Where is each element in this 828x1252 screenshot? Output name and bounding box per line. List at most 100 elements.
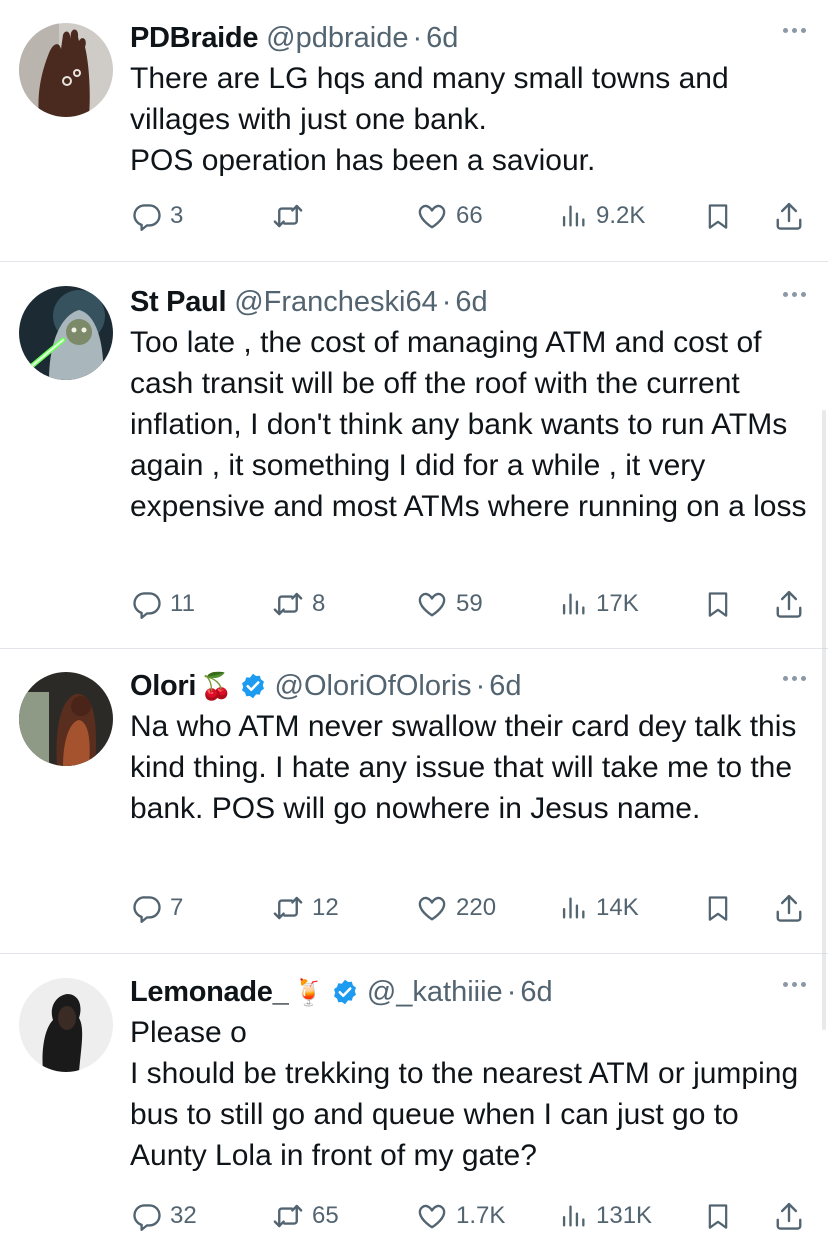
views-icon [560, 202, 588, 230]
display-name[interactable]: St Paul [130, 286, 227, 319]
repost-count: 8 [312, 590, 326, 617]
tweet-header: Olori 🍒 @OloriOfOloris · 6d [130, 666, 522, 706]
action-bar: 3 66 9.2K [130, 196, 810, 236]
tweet-text-line: Too late , the cost of managing ATM and … [130, 326, 807, 523]
repost-count: 12 [312, 894, 339, 921]
share-icon [774, 589, 804, 619]
repost-icon [272, 893, 304, 923]
repost-button[interactable]: 65 [272, 1196, 339, 1236]
share-button[interactable] [774, 196, 804, 236]
share-icon [774, 1201, 804, 1231]
views-icon [560, 1202, 588, 1230]
tweet-divider [0, 953, 828, 954]
tweet-text: There are LG hqs and many small towns an… [130, 58, 820, 181]
reply-icon [132, 201, 162, 231]
share-button[interactable] [774, 888, 804, 928]
more-icon[interactable] [783, 28, 806, 33]
tweet-text: Too late , the cost of managing ATM and … [130, 322, 820, 527]
avatar-lemonade[interactable] [19, 978, 113, 1072]
like-count: 66 [456, 202, 483, 229]
handle[interactable]: @pdbraide [266, 22, 408, 55]
like-icon [416, 589, 448, 619]
like-button[interactable]: 220 [416, 888, 496, 928]
action-bar: 32 65 1.7K 131K [130, 1196, 810, 1236]
reply-button[interactable]: 3 [132, 196, 183, 236]
action-bar: 11 8 59 17K [130, 584, 810, 624]
like-button[interactable]: 66 [416, 196, 483, 236]
repost-button[interactable] [272, 196, 312, 236]
views-count: 14K [596, 894, 639, 921]
views-button[interactable]: 17K [560, 584, 639, 624]
share-icon [774, 893, 804, 923]
handle[interactable]: @OloriOfOloris [275, 670, 472, 703]
reply-count: 7 [170, 894, 184, 921]
tweet-st-paul[interactable]: St Paul @Francheski64 · 6d Too late , th… [0, 282, 828, 646]
separator-dot: · [475, 669, 486, 702]
display-name[interactable]: Olori [130, 670, 196, 703]
like-count: 1.7K [456, 1202, 506, 1229]
tweet-text-line: There are LG hqs and many small towns an… [130, 62, 729, 136]
views-button[interactable]: 9.2K [560, 196, 645, 236]
reply-button[interactable]: 32 [132, 1196, 197, 1236]
bookmark-icon [704, 201, 732, 231]
tweet-text-line: POS operation has been a saviour. [130, 144, 596, 177]
verified-badge-icon[interactable] [331, 978, 359, 1006]
share-button[interactable] [774, 584, 804, 624]
like-icon [416, 201, 448, 231]
tweet-text-line: I should be trekking to the nearest ATM … [130, 1057, 799, 1172]
repost-button[interactable]: 8 [272, 584, 325, 624]
repost-icon [272, 1201, 304, 1231]
separator-dot: · [506, 975, 517, 1008]
views-count: 17K [596, 590, 639, 617]
reply-icon [132, 1201, 162, 1231]
display-name[interactable]: PDBraide [130, 22, 258, 55]
avatar-olori[interactable] [19, 672, 113, 766]
views-count: 9.2K [596, 202, 646, 229]
tweet-text-line: Please o [130, 1016, 247, 1049]
tweet-olori[interactable]: Olori 🍒 @OloriOfOloris · 6d Na who ATM n… [0, 666, 828, 950]
repost-icon [272, 589, 304, 619]
like-button[interactable]: 1.7K [416, 1196, 505, 1236]
tweet-text-line: Na who ATM never swallow their card dey … [130, 710, 797, 825]
repost-button[interactable]: 12 [272, 888, 339, 928]
views-icon [560, 590, 588, 618]
bookmark-icon [704, 893, 732, 923]
verified-badge-icon[interactable] [239, 672, 267, 700]
tweet-divider [0, 261, 828, 262]
bookmark-icon [704, 1201, 732, 1231]
more-icon[interactable] [783, 292, 806, 297]
like-button[interactable]: 59 [416, 584, 483, 624]
handle[interactable]: @_kathiiie [367, 976, 503, 1009]
display-name[interactable]: Lemonade_ [130, 976, 289, 1009]
tweet-pdbraide[interactable]: PDBraide @pdbraide · 6d There are LG hqs… [0, 18, 828, 260]
bookmark-button[interactable] [704, 584, 732, 624]
separator-dot: · [412, 21, 423, 54]
bookmark-button[interactable] [704, 1196, 732, 1236]
tweet-divider [0, 648, 828, 649]
more-icon[interactable] [783, 982, 806, 987]
tweet-text: Na who ATM never swallow their card dey … [130, 706, 820, 829]
share-icon [774, 201, 804, 231]
timestamp[interactable]: 6d [455, 286, 487, 319]
share-button[interactable] [774, 1196, 804, 1236]
handle[interactable]: @Francheski64 [234, 286, 438, 319]
cherry-emoji: 🍒 [200, 670, 233, 701]
more-icon[interactable] [783, 676, 806, 681]
avatar-pdbraide[interactable] [19, 23, 113, 117]
reply-button[interactable]: 11 [132, 584, 195, 624]
bookmark-button[interactable] [704, 888, 732, 928]
tweet-lemonade[interactable]: Lemonade_ 🍹 @_kathiiie · 6d Please o I s… [0, 972, 828, 1252]
like-count: 220 [456, 894, 497, 921]
timestamp[interactable]: 6d [489, 670, 521, 703]
views-button[interactable]: 131K [560, 1196, 652, 1236]
avatar-st-paul[interactable] [19, 286, 113, 380]
views-button[interactable]: 14K [560, 888, 639, 928]
repost-icon [272, 201, 304, 231]
timestamp[interactable]: 6d [426, 22, 458, 55]
reply-button[interactable]: 7 [132, 888, 183, 928]
scrollbar[interactable] [822, 410, 826, 1030]
timestamp[interactable]: 6d [520, 976, 552, 1009]
tweet-text: Please o I should be trekking to the nea… [130, 1012, 820, 1176]
bookmark-button[interactable] [704, 196, 732, 236]
action-bar: 7 12 220 14K [130, 888, 810, 928]
